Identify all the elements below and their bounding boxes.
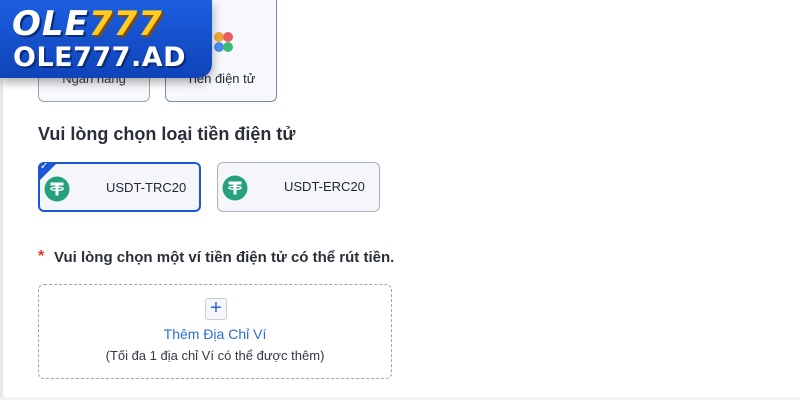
logo-domain: OLE777.AD: [13, 42, 187, 73]
plus-icon[interactable]: +: [205, 298, 227, 320]
crypto-coins-icon: [214, 32, 233, 52]
token-option-erc20[interactable]: USDT-ERC20: [217, 162, 380, 212]
required-marker: *: [38, 248, 45, 265]
token-option-trc20[interactable]: ✓ USDT-TRC20: [38, 161, 201, 212]
add-wallet-label[interactable]: Thêm Địa Chỉ Ví: [39, 326, 391, 342]
tether-icon: [44, 176, 70, 202]
crypto-section-title: Vui lòng chọn loại tiền điện tử: [38, 124, 296, 144]
wallet-section-title: Vui lòng chọn một ví tiền điện tử có thể…: [54, 249, 395, 266]
add-wallet-box[interactable]: + Thêm Địa Chỉ Ví (Tối đa 1 địa chỉ Ví c…: [38, 284, 392, 379]
logo-ole: OLE: [12, 4, 89, 44]
token-label: USDT-TRC20: [106, 180, 187, 195]
logo-wordmark: OLE777: [12, 4, 163, 44]
logo-777: 777: [88, 4, 163, 44]
add-wallet-note: (Tối đa 1 địa chỉ Ví có thể được thêm): [105, 348, 325, 363]
ole777-logo: OLE777 OLE777.AD: [0, 0, 212, 78]
token-label: USDT-ERC20: [284, 179, 365, 194]
tether-icon: [222, 175, 248, 201]
check-icon: ✓: [40, 161, 49, 172]
